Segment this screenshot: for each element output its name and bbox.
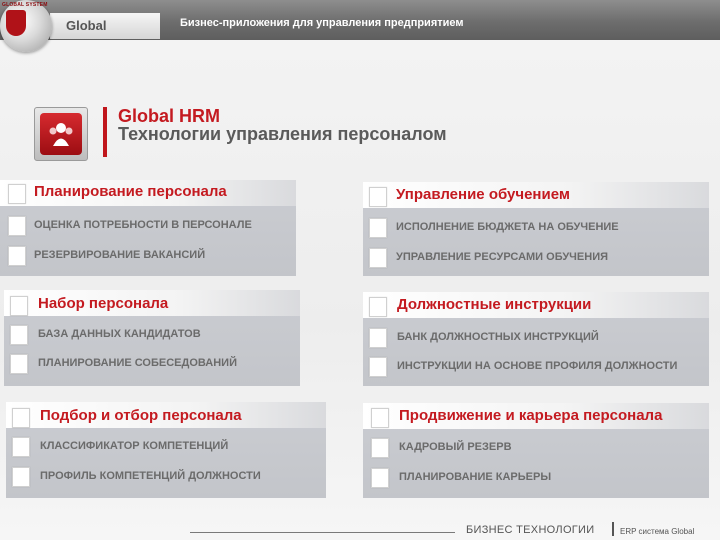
- panel-planning: Планирование персонала ОЦЕНКА ПОТРЕБНОСТ…: [0, 180, 296, 276]
- checkbox-icon[interactable]: [371, 438, 389, 458]
- list-item-label: РЕЗЕРВИРОВАНИЕ ВАКАНСИЙ: [34, 249, 206, 261]
- brand-name: Global: [66, 18, 107, 33]
- panel-training: Управление обучением ИСПОЛНЕНИЕ БЮДЖЕТА …: [363, 182, 709, 276]
- checkbox-icon[interactable]: [10, 354, 28, 374]
- header-divider: [103, 107, 107, 157]
- checkbox-icon[interactable]: [10, 296, 28, 316]
- checkbox-icon[interactable]: [8, 246, 26, 266]
- footer-company: БИЗНЕС ТЕХНОЛОГИИ: [466, 524, 595, 536]
- panel-heading-row[interactable]: Продвижение и карьера персонала: [363, 406, 709, 432]
- panel-heading-row[interactable]: Должностные инструкции: [363, 295, 709, 321]
- list-item[interactable]: УПРАВЛЕНИЕ РЕСУРСАМИ ОБУЧЕНИЯ: [363, 246, 709, 272]
- checkbox-icon[interactable]: [371, 408, 389, 428]
- list-item[interactable]: ПЛАНИРОВАНИЕ СОБЕСЕДОВАНИЙ: [4, 352, 300, 378]
- checkbox-icon[interactable]: [371, 468, 389, 488]
- list-item[interactable]: КАДРОВЫЙ РЕЗЕРВ: [363, 436, 709, 462]
- checkbox-icon[interactable]: [12, 437, 30, 457]
- top-bar-title: Бизнес-приложения для управления предпри…: [180, 17, 464, 29]
- list-item[interactable]: РЕЗЕРВИРОВАНИЕ ВАКАНСИЙ: [0, 244, 296, 270]
- checkbox-icon[interactable]: [369, 357, 387, 377]
- panel-heading-row[interactable]: Управление обучением: [363, 185, 709, 211]
- list-item-label: ПЛАНИРОВАНИЕ КАРЬЕРЫ: [399, 471, 552, 483]
- list-item[interactable]: БАЗА ДАННЫХ КАНДИДАТОВ: [4, 323, 300, 349]
- list-item-label: УПРАВЛЕНИЕ РЕСУРСАМИ ОБУЧЕНИЯ: [396, 251, 609, 263]
- people-group-icon: [40, 113, 82, 155]
- panel-heading: Подбор и отбор персонала: [40, 407, 242, 424]
- footer-rule: [190, 532, 455, 533]
- list-item[interactable]: ИСПОЛНЕНИЕ БЮДЖЕТА НА ОБУЧЕНИЕ: [363, 216, 709, 242]
- checkbox-icon[interactable]: [369, 218, 387, 238]
- list-item-label: БАНК ДОЛЖНОСТНЫХ ИНСТРУКЦИЙ: [397, 331, 599, 343]
- logo-text: GLOBAL SYSTEM: [2, 2, 48, 8]
- checkbox-icon[interactable]: [369, 187, 387, 207]
- panel-heading: Продвижение и карьера персонала: [399, 407, 663, 424]
- list-item-label: ОЦЕНКА ПОТРЕБНОСТИ В ПЕРСОНАЛЕ: [34, 219, 252, 231]
- panel-career: Продвижение и карьера персонала КАДРОВЫЙ…: [363, 403, 709, 498]
- checkbox-icon[interactable]: [369, 328, 387, 348]
- checkbox-icon[interactable]: [369, 248, 387, 268]
- panel-heading: Должностные инструкции: [397, 296, 592, 313]
- list-item-label: КАДРОВЫЙ РЕЗЕРВ: [399, 441, 512, 453]
- hrm-app-icon: [34, 107, 88, 161]
- panel-heading-row[interactable]: Подбор и отбор персонала: [6, 406, 326, 432]
- list-item[interactable]: КЛАССИФИКАТОР КОМПЕТЕНЦИЙ: [6, 435, 326, 461]
- checkbox-icon[interactable]: [12, 408, 30, 428]
- list-item[interactable]: ПЛАНИРОВАНИЕ КАРЬЕРЫ: [363, 466, 709, 492]
- footer-separator: [612, 522, 614, 536]
- list-item-label: КЛАССИФИКАТОР КОМПЕТЕНЦИЙ: [40, 440, 229, 452]
- list-item-label: ИНСТРУКЦИИ НА ОСНОВЕ ПРОФИЛЯ ДОЛЖНОСТИ: [397, 360, 678, 372]
- list-item[interactable]: ОЦЕНКА ПОТРЕБНОСТИ В ПЕРСОНАЛЕ: [0, 214, 296, 240]
- logo-shield-icon: [6, 10, 26, 36]
- footer-product: ERP система Global: [620, 527, 695, 536]
- panel-heading: Планирование персонала: [34, 183, 227, 200]
- panel-selection: Подбор и отбор персонала КЛАССИФИКАТОР К…: [6, 402, 326, 498]
- list-item-label: ИСПОЛНЕНИЕ БЮДЖЕТА НА ОБУЧЕНИЕ: [396, 221, 619, 233]
- panel-heading-row[interactable]: Планирование персонала: [0, 182, 296, 208]
- top-bar: Global Бизнес-приложения для управления …: [0, 0, 720, 40]
- checkbox-icon[interactable]: [8, 184, 26, 204]
- list-item-label: ПЛАНИРОВАНИЕ СОБЕСЕДОВАНИЙ: [38, 357, 237, 369]
- panel-heading: Управление обучением: [396, 186, 570, 203]
- checkbox-icon[interactable]: [12, 467, 30, 487]
- panel-heading-row[interactable]: Набор персонала: [4, 294, 300, 320]
- list-item[interactable]: БАНК ДОЛЖНОСТНЫХ ИНСТРУКЦИЙ: [363, 326, 709, 352]
- list-item-label: ПРОФИЛЬ КОМПЕТЕНЦИЙ ДОЛЖНОСТИ: [40, 470, 261, 482]
- checkbox-icon[interactable]: [8, 216, 26, 236]
- list-item[interactable]: ИНСТРУКЦИИ НА ОСНОВЕ ПРОФИЛЯ ДОЛЖНОСТИ: [363, 355, 709, 381]
- panel-job-instructions: Должностные инструкции БАНК ДОЛЖНОСТНЫХ …: [363, 292, 709, 386]
- checkbox-icon[interactable]: [10, 325, 28, 345]
- panel-heading: Набор персонала: [38, 295, 169, 312]
- global-logo-icon[interactable]: GLOBAL SYSTEM: [0, 0, 52, 52]
- page-subtitle: Технологии управления персоналом: [118, 124, 447, 144]
- panel-recruiting: Набор персонала БАЗА ДАННЫХ КАНДИДАТОВ П…: [4, 290, 300, 386]
- list-item-label: БАЗА ДАННЫХ КАНДИДАТОВ: [38, 328, 201, 340]
- list-item[interactable]: ПРОФИЛЬ КОМПЕТЕНЦИЙ ДОЛЖНОСТИ: [6, 465, 326, 491]
- brand-tab[interactable]: Global: [50, 13, 160, 39]
- checkbox-icon[interactable]: [369, 297, 387, 317]
